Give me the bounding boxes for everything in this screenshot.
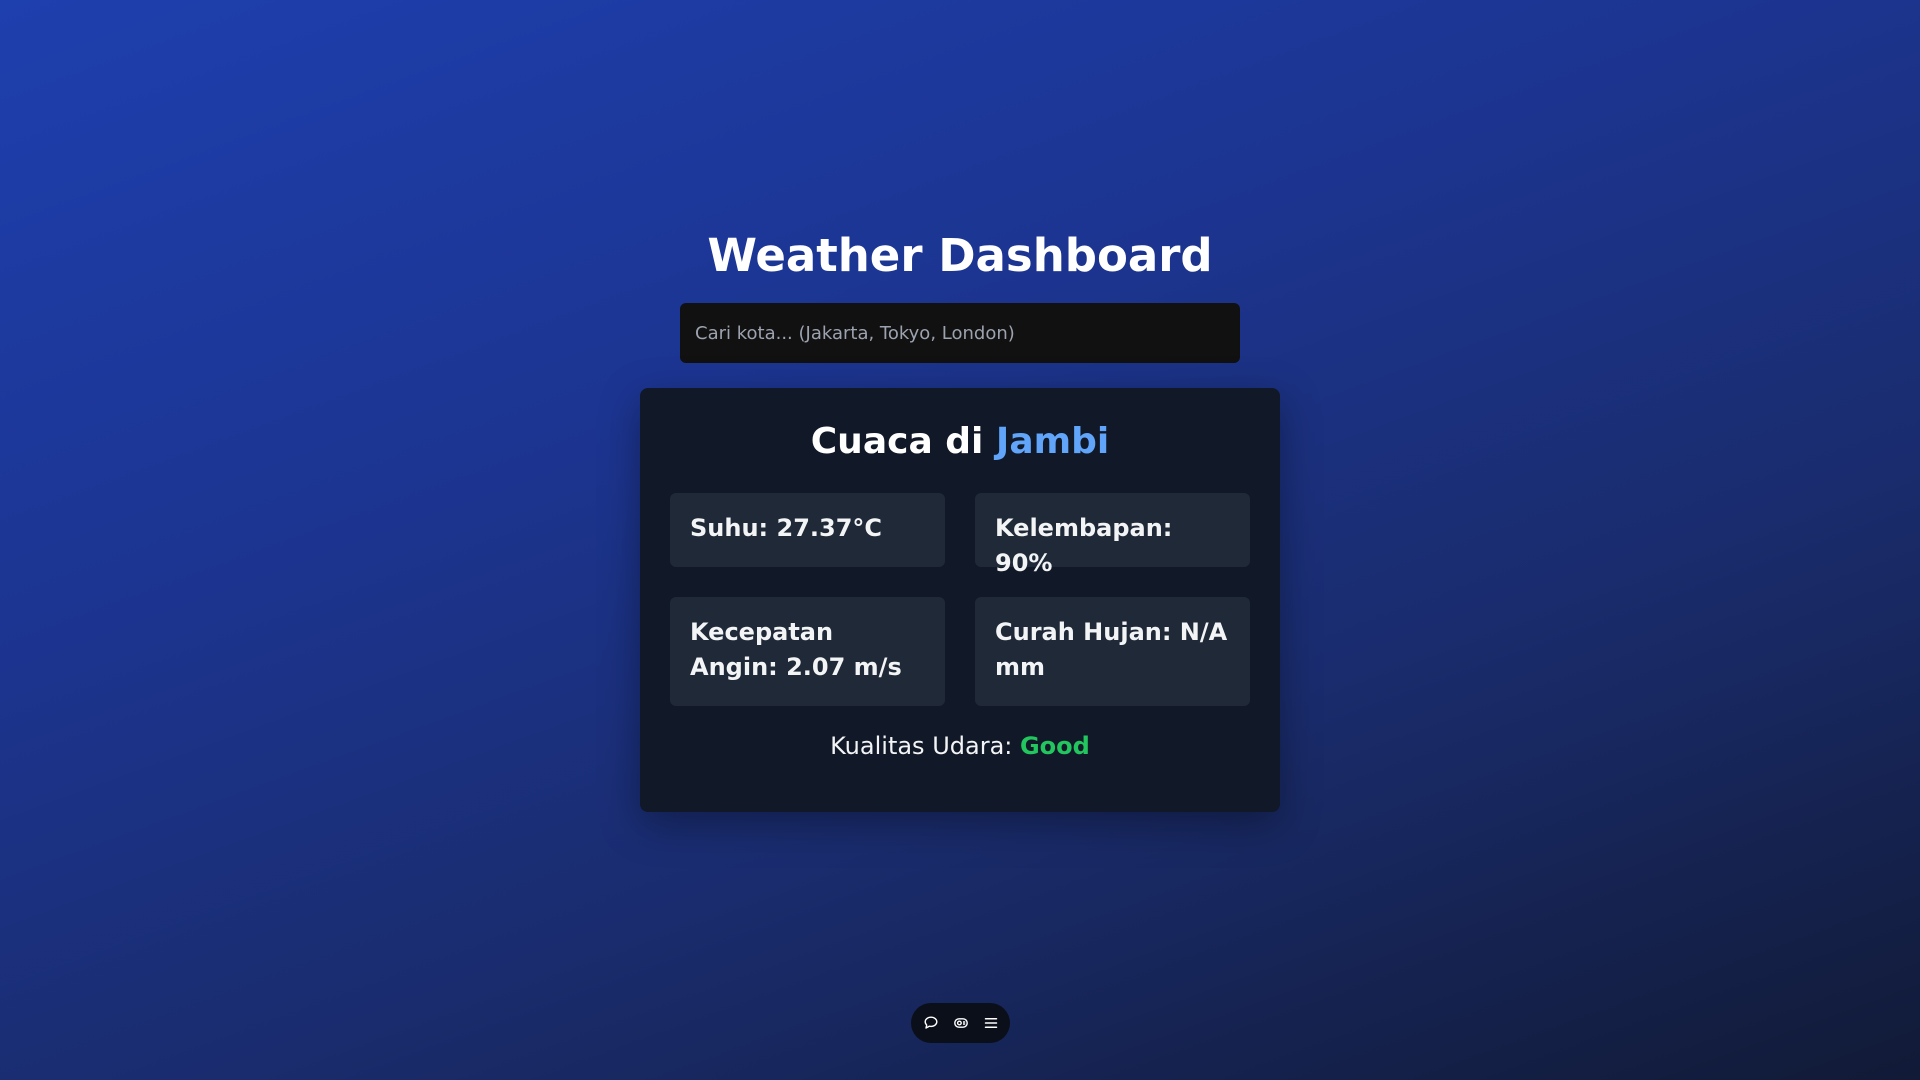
search-input[interactable]: [680, 303, 1240, 363]
menu-icon[interactable]: [982, 1014, 1000, 1032]
air-quality: Kualitas Udara: Good: [640, 728, 1280, 764]
chat-icon[interactable]: [922, 1014, 940, 1032]
city-name: Jambi: [995, 421, 1110, 462]
eye-icon[interactable]: [952, 1014, 970, 1032]
floating-toolbar: [911, 1003, 1010, 1043]
weather-card: Cuaca di Jambi Suhu: 27.37°C Kelembapan:…: [640, 388, 1280, 812]
page-title: Weather Dashboard: [707, 229, 1213, 282]
air-quality-value: Good: [1019, 732, 1090, 760]
temperature-stat: Suhu: 27.37°C: [670, 493, 945, 567]
air-quality-label: Kualitas Udara:: [830, 732, 1020, 760]
weather-heading: Cuaca di Jambi: [640, 416, 1280, 468]
wind-speed-stat: Kecepatan Angin: 2.07 m/s: [670, 597, 945, 706]
stat-grid: Suhu: 27.37°C Kelembapan: 90% Kecepatan …: [670, 493, 1250, 706]
humidity-stat: Kelembapan: 90%: [975, 493, 1250, 577]
weather-heading-prefix: Cuaca di: [810, 421, 996, 462]
rainfall-stat: Curah Hujan: N/A mm: [975, 597, 1250, 706]
